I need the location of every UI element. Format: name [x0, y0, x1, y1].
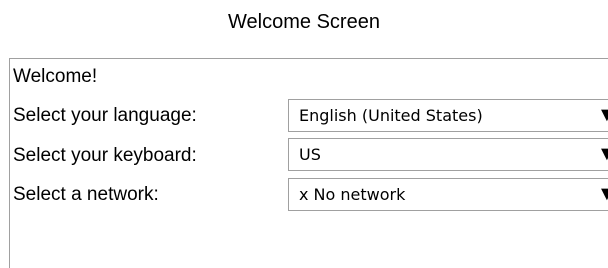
keyboard-select-value: US: [299, 145, 321, 164]
triangle-down-icon: ▼: [597, 104, 608, 126]
page-title: Welcome Screen: [228, 11, 380, 33]
triangle-down-icon: ▼: [597, 143, 608, 165]
network-label: Select a network:: [13, 184, 159, 205]
keyboard-label: Select your keyboard:: [13, 145, 197, 166]
network-select-value: x No network: [299, 185, 406, 204]
language-select-value: English (United States): [299, 106, 483, 125]
network-select[interactable]: x No network ▼: [288, 178, 608, 211]
language-label: Select your language:: [13, 105, 197, 126]
triangle-down-icon: ▼: [597, 183, 608, 205]
language-select[interactable]: English (United States) ▼: [288, 99, 608, 132]
keyboard-select[interactable]: US ▼: [288, 138, 608, 171]
welcome-panel: Welcome! Select your language: English (…: [9, 58, 608, 268]
welcome-heading: Welcome!: [13, 66, 98, 87]
